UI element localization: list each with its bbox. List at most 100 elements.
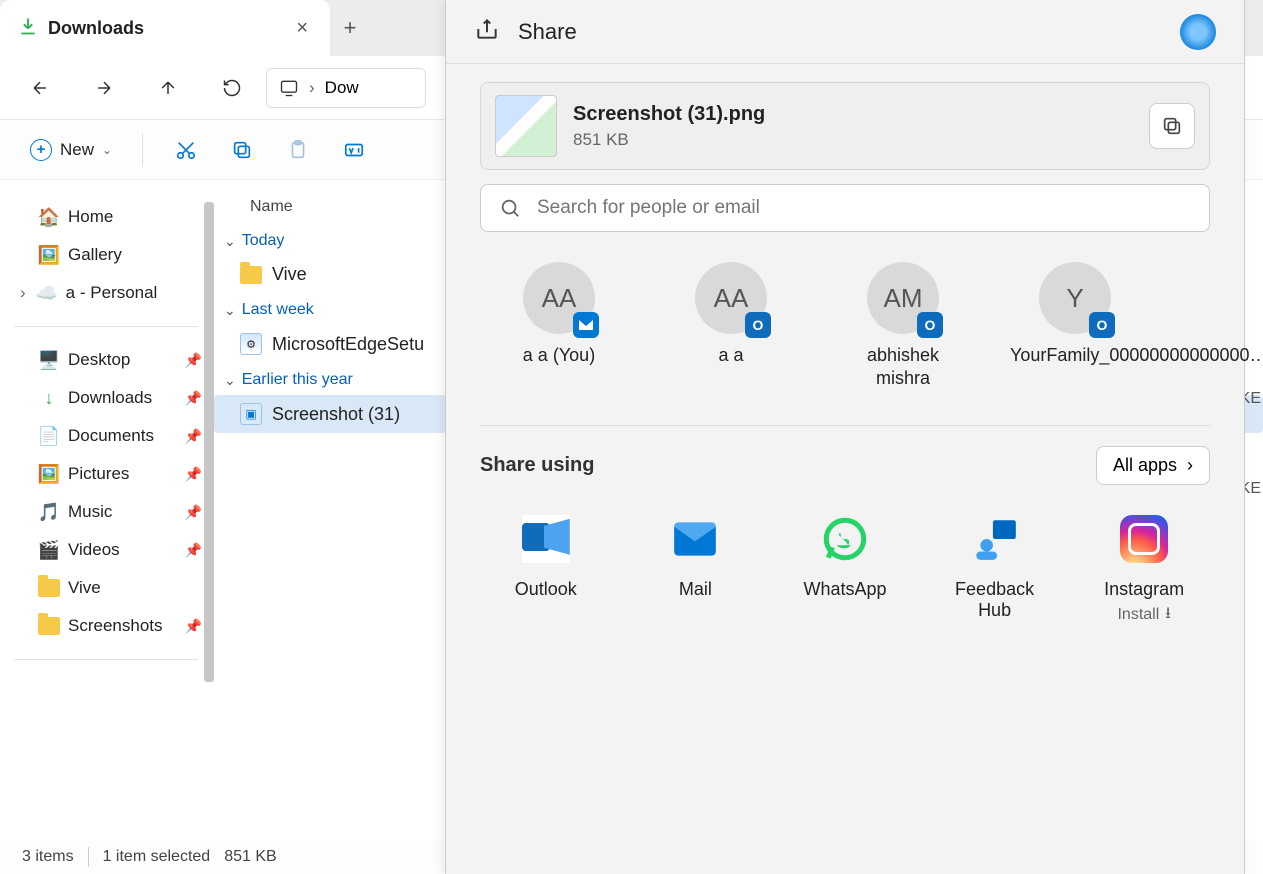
nav-videos[interactable]: 🎬Videos📌 xyxy=(32,531,208,569)
pin-icon: 📌 xyxy=(185,466,202,483)
back-button[interactable] xyxy=(10,66,70,110)
folder-icon xyxy=(38,577,60,599)
pictures-icon: 🖼️ xyxy=(38,463,60,485)
contact-abhishek[interactable]: AM abhishek mishra xyxy=(838,262,968,391)
refresh-button[interactable] xyxy=(202,66,262,110)
contact-name: YourFamily_00000000000000… xyxy=(1010,344,1140,367)
chevron-down-icon: ⌄ xyxy=(224,302,236,319)
copy-file-button[interactable] xyxy=(1149,103,1195,149)
videos-icon: 🎬 xyxy=(38,539,60,561)
divider xyxy=(14,659,198,660)
contact-name: abhishek mishra xyxy=(838,344,968,391)
download-icon: ↓ xyxy=(38,387,60,409)
app-whatsapp[interactable]: WhatsApp xyxy=(789,513,901,629)
share-search[interactable] xyxy=(480,184,1210,232)
nav-personal[interactable]: ›☁️a - Personal xyxy=(14,274,208,312)
onedrive-icon: ☁️ xyxy=(36,282,58,304)
chevron-right-icon: › xyxy=(1187,455,1193,476)
mail-badge-icon xyxy=(573,312,599,338)
nav-desktop[interactable]: 🖥️Desktop📌 xyxy=(32,341,208,379)
search-input[interactable] xyxy=(537,197,1191,219)
app-outlook[interactable]: Outlook xyxy=(490,513,602,629)
chevron-right-icon: › xyxy=(20,283,26,303)
nav-pictures[interactable]: 🖼️Pictures📌 xyxy=(32,455,208,493)
divider xyxy=(14,326,198,327)
all-apps-button[interactable]: All apps › xyxy=(1096,446,1210,485)
contact-name: a a (You) xyxy=(523,344,595,367)
new-tab-button[interactable]: + xyxy=(330,15,370,41)
tab-downloads[interactable]: Downloads × xyxy=(0,0,330,56)
apps-row: Outlook Mail WhatsApp Feedback Hub Insta… xyxy=(480,513,1210,629)
music-icon: 🎵 xyxy=(38,501,60,523)
download-icon: ⭳ xyxy=(1165,602,1171,629)
pin-icon: 📌 xyxy=(185,618,202,635)
close-icon[interactable]: × xyxy=(292,13,312,44)
nav-documents[interactable]: 📄Documents📌 xyxy=(32,417,208,455)
home-icon: 🏠 xyxy=(38,206,60,228)
pin-icon: 📌 xyxy=(185,542,202,559)
nav-gallery[interactable]: 🖼️Gallery xyxy=(32,236,208,274)
image-icon: ▣ xyxy=(240,403,262,425)
gallery-icon: 🖼️ xyxy=(38,244,60,266)
file-size: 851 KB xyxy=(573,130,765,150)
nav-vive[interactable]: Vive xyxy=(32,569,208,607)
breadcrumb-label: Dow xyxy=(325,78,359,98)
avatar: AA xyxy=(695,262,767,334)
share-title: Share xyxy=(518,19,577,45)
file-name: Screenshot (31).png xyxy=(573,103,765,126)
status-selected: 1 item selected xyxy=(103,848,211,866)
contact-aa[interactable]: AA a a xyxy=(666,262,796,391)
share-icon xyxy=(474,16,500,47)
navigation-pane: 🏠Home 🖼️Gallery ›☁️a - Personal 🖥️Deskto… xyxy=(0,180,214,840)
share-using-title: Share using xyxy=(480,454,594,477)
outlook-icon xyxy=(520,513,572,565)
feedback-icon xyxy=(969,513,1021,565)
paste-button[interactable] xyxy=(275,130,321,170)
contacts-row: AA a a (You) AA a a AM abhishek mishra Y… xyxy=(480,262,1210,391)
new-button[interactable]: + New ⌄ xyxy=(20,133,122,167)
contact-yourfamily[interactable]: Y YourFamily_00000000000000… xyxy=(1010,262,1140,391)
status-count: 3 items xyxy=(22,848,74,866)
up-button[interactable] xyxy=(138,66,198,110)
avatar: AA xyxy=(523,262,595,334)
copy-icon xyxy=(1161,115,1183,137)
cut-button[interactable] xyxy=(163,130,209,170)
pin-icon: 📌 xyxy=(185,504,202,521)
pin-icon: 📌 xyxy=(185,352,202,369)
nav-screenshots[interactable]: Screenshots📌 xyxy=(32,607,208,645)
rename-button[interactable] xyxy=(331,130,377,170)
chevron-down-icon: ⌄ xyxy=(102,143,112,157)
whatsapp-icon xyxy=(819,513,871,565)
nav-downloads[interactable]: ↓Downloads📌 xyxy=(32,379,208,417)
folder-icon xyxy=(240,266,262,284)
user-avatar[interactable] xyxy=(1180,14,1216,50)
share-header: Share xyxy=(446,0,1244,64)
contact-name: a a xyxy=(718,344,743,367)
app-feedback-hub[interactable]: Feedback Hub xyxy=(939,513,1051,629)
pin-icon: 📌 xyxy=(185,390,202,407)
tab-title: Downloads xyxy=(48,18,282,39)
app-mail[interactable]: Mail xyxy=(640,513,752,629)
installer-icon: ⚙ xyxy=(240,333,262,355)
breadcrumb[interactable]: › Dow xyxy=(266,68,426,108)
desktop-icon: 🖥️ xyxy=(38,349,60,371)
download-icon xyxy=(18,16,38,41)
app-instagram[interactable]: Instagram Install⭳ xyxy=(1088,513,1200,629)
nav-music[interactable]: 🎵Music📌 xyxy=(32,493,208,531)
install-label: Install⭳ xyxy=(1117,602,1170,629)
share-panel: Share Screenshot (31).png 851 KB AA a a … xyxy=(445,0,1245,874)
chevron-down-icon: ⌄ xyxy=(224,372,236,389)
forward-button[interactable] xyxy=(74,66,134,110)
nav-home[interactable]: 🏠Home xyxy=(32,198,208,236)
share-using-header: Share using All apps › xyxy=(480,425,1210,485)
scrollbar[interactable] xyxy=(204,202,214,682)
contact-you[interactable]: AA a a (You) xyxy=(494,262,624,391)
outlook-badge-icon xyxy=(745,312,771,338)
avatar: Y xyxy=(1039,262,1111,334)
copy-button[interactable] xyxy=(219,130,265,170)
separator xyxy=(142,133,143,167)
file-thumbnail xyxy=(495,95,557,157)
separator xyxy=(88,847,89,867)
status-size: 851 KB xyxy=(224,848,276,866)
outlook-badge-icon xyxy=(917,312,943,338)
